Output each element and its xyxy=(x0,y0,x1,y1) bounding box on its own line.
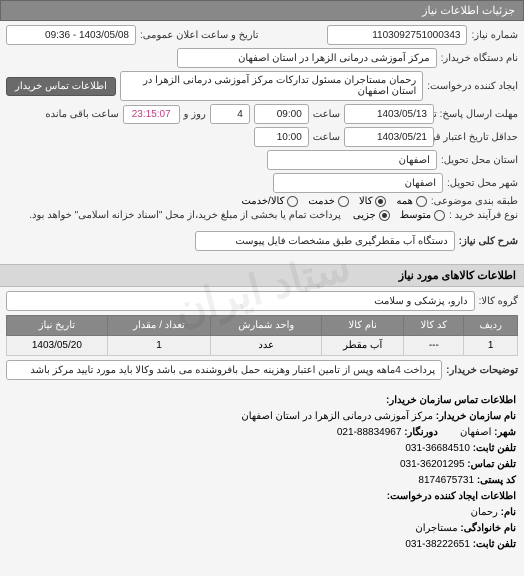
cell-name: آب مقطر xyxy=(322,336,404,356)
deadline-date-field: 1403/05/13 xyxy=(344,104,434,124)
goods-section-title: اطلاعات کالاهای مورد نیاز xyxy=(0,264,524,287)
deadline-label: مهلت ارسال پاسخ: تا تاریخ: xyxy=(438,109,518,120)
need-number-field: 1103092751000343 xyxy=(327,25,467,45)
name-label: نام: xyxy=(501,507,516,518)
purchase-note: پرداخت تمام یا بخشی از مبلغ خرید،از محل … xyxy=(29,210,341,221)
need-number-label: شماره نیاز: xyxy=(471,30,518,41)
phone2-label: تلفن ثابت: xyxy=(473,539,516,550)
contact-section2-title: اطلاعات ایجاد کننده درخواست: xyxy=(8,489,516,505)
budget-opt-all-label: همه xyxy=(396,196,412,207)
validity-time-label: ساعت xyxy=(313,132,340,143)
post-label: کد پستی: xyxy=(477,475,516,486)
contact-info-button[interactable]: اطلاعات تماس خریدار xyxy=(6,77,116,96)
deadline-time-field: 09:00 xyxy=(254,104,309,124)
requester-field: رحمان مستاجران مسئول تدارکات مرکز آموزشی… xyxy=(120,71,423,101)
radio-icon xyxy=(416,196,427,207)
fax-value: 36201295-031 xyxy=(400,459,465,470)
contact-city-value: اصفهان xyxy=(460,427,491,438)
purchase-opt-mid[interactable]: متوسط xyxy=(400,210,445,221)
phone-value: 36684510-031 xyxy=(405,443,470,454)
th-date: تاریخ نیاز xyxy=(7,316,108,336)
purchase-opt-partial[interactable]: جزیی xyxy=(353,210,390,221)
th-qty: تعداد / مقدار xyxy=(107,316,211,336)
remaining-days-label: روز و xyxy=(184,109,206,120)
budget-opt-goods-service-label: کالا/خدمت xyxy=(241,196,284,207)
page-title: جزئیات اطلاعات نیاز xyxy=(422,5,515,17)
purchase-radio-group: متوسط جزیی xyxy=(353,210,445,221)
buyer-device-field: مرکز آموزشی درمانی الزهرا در استان اصفها… xyxy=(177,48,437,68)
goods-table: ردیف کد کالا نام کالا واحد شمارش تعداد /… xyxy=(6,315,518,356)
dorbari-value: 88834967-021 xyxy=(337,427,402,438)
province-label: استان محل تحویل: xyxy=(441,155,518,166)
buyer-device-label: نام دستگاه خریدار: xyxy=(441,53,518,64)
purchase-opt-partial-label: جزیی xyxy=(353,210,376,221)
cell-unit: عدد xyxy=(211,336,322,356)
dorbari-label: دورنگار: xyxy=(404,427,438,438)
purchase-type-label: نوع فرآیند خرید : xyxy=(449,210,518,221)
remaining-suffix-label: ساعت باقی مانده xyxy=(45,109,118,120)
cell-code: --- xyxy=(404,336,464,356)
radio-icon xyxy=(379,210,390,221)
remaining-timer: 23:15:07 xyxy=(123,105,180,124)
cell-date: 1403/05/20 xyxy=(7,336,108,356)
general-desc-label: شرح کلی نیاز: xyxy=(459,236,518,247)
buyer-notes-field: پرداخت 4ماهه وپس از تامین اعتبار وهزینه … xyxy=(6,360,442,380)
cell-qty: 1 xyxy=(107,336,211,356)
fax-label: تلفن تماس: xyxy=(467,459,516,470)
phone-label: تلفن ثابت: xyxy=(473,443,516,454)
th-code: کد کالا xyxy=(404,316,464,336)
radio-icon xyxy=(434,210,445,221)
validity-time-field: 10:00 xyxy=(254,127,309,147)
buyer-notes-label: توضیحات خریدار: xyxy=(446,365,518,376)
phone2-value: 38222651-031 xyxy=(405,539,470,550)
city-field: اصفهان xyxy=(273,173,443,193)
radio-icon xyxy=(375,196,386,207)
page-header: جزئیات اطلاعات نیاز xyxy=(0,0,524,21)
budget-opt-service-label: خدمت xyxy=(308,196,335,207)
th-name: نام کالا xyxy=(322,316,404,336)
th-unit: واحد شمارش xyxy=(211,316,322,336)
budget-opt-goods[interactable]: کالا xyxy=(359,196,387,207)
budget-radio-group: همه کالا خدمت کالا/خدمت xyxy=(241,196,426,207)
goods-group-label: گروه کالا: xyxy=(479,296,518,307)
purchase-opt-mid-label: متوسط xyxy=(400,210,431,221)
validity-label: حداقل تاریخ اعتبار قیمت: تا تاریخ: xyxy=(438,132,518,143)
cell-row: 1 xyxy=(464,336,518,356)
name-value: رحمان xyxy=(471,507,498,518)
contact-city-label: شهر: xyxy=(494,427,516,438)
th-row: ردیف xyxy=(464,316,518,336)
budget-opt-all[interactable]: همه xyxy=(396,196,426,207)
announce-label: تاریخ و ساعت اعلان عمومی: xyxy=(140,30,259,41)
contact-section: اطلاعات تماس سازمان خریدار: نام سازمان خ… xyxy=(0,387,524,559)
province-field: اصفهان xyxy=(267,150,437,170)
budget-class-label: طبقه بندی موضوعی: xyxy=(431,196,518,207)
radio-icon xyxy=(338,196,349,207)
lname-label: نام خانوادگی: xyxy=(460,523,516,534)
org-value: مرکز آموزشی درمانی الزهرا در استان اصفها… xyxy=(241,411,433,422)
contact-section1-title: اطلاعات تماس سازمان خریدار: xyxy=(8,393,516,409)
remaining-days-field: 4 xyxy=(210,104,250,124)
general-desc-field: دستگاه آب مقطرگیری طبق مشخصات فایل پیوست xyxy=(195,231,455,251)
goods-group-field: دارو، پزشکی و سلامت xyxy=(6,291,475,311)
validity-date-field: 1403/05/21 xyxy=(344,127,434,147)
budget-opt-goods-service[interactable]: کالا/خدمت xyxy=(241,196,298,207)
radio-icon xyxy=(287,196,298,207)
city-label: شهر محل تحویل: xyxy=(447,178,518,189)
post-value: 8174675731 xyxy=(418,475,474,486)
announce-field: 1403/05/08 - 09:36 xyxy=(6,25,136,45)
lname-value: مستاجران xyxy=(415,523,457,534)
budget-opt-service[interactable]: خدمت xyxy=(308,196,349,207)
table-row: 1 --- آب مقطر عدد 1 1403/05/20 xyxy=(7,336,518,356)
deadline-time-label: ساعت xyxy=(313,109,340,120)
requester-label: ایجاد کننده درخواست: xyxy=(427,81,518,92)
org-label: نام سازمان خریدار: xyxy=(436,411,516,422)
budget-opt-goods-label: کالا xyxy=(359,196,373,207)
main-form: شماره نیاز: 1103092751000343 تاریخ و ساع… xyxy=(0,21,524,258)
